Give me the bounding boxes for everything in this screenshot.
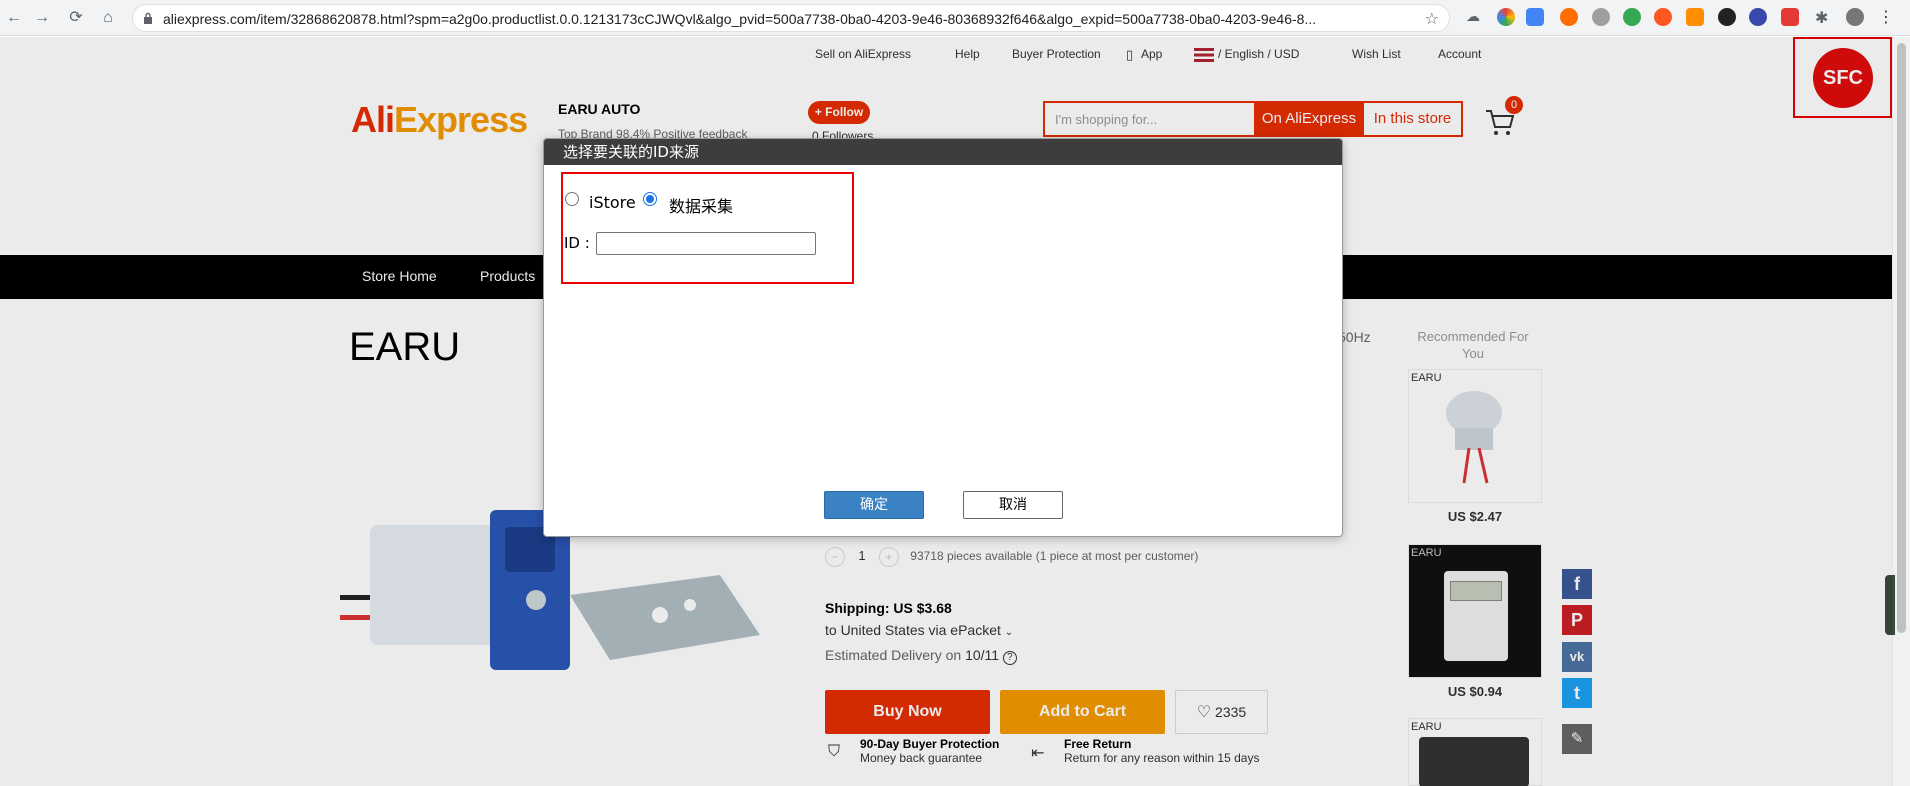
blocker-extension-icon[interactable]	[1560, 8, 1578, 26]
data-collect-label[interactable]: 数据采集	[669, 193, 733, 217]
color-extension-icon[interactable]	[1497, 8, 1515, 26]
istore-radio[interactable]	[565, 192, 579, 206]
istore-label[interactable]: iStore	[589, 193, 636, 212]
shop-extension-icon[interactable]	[1781, 8, 1799, 26]
data-collect-radio[interactable]	[643, 192, 657, 206]
search-extension-icon[interactable]	[1592, 8, 1610, 26]
infinity-extension-icon[interactable]	[1654, 8, 1672, 26]
home-icon[interactable]: ⌂	[98, 8, 118, 28]
cloud-extension-icon[interactable]: ☁	[1466, 8, 1484, 26]
reload-icon[interactable]: ⟳	[66, 8, 86, 28]
cancel-button[interactable]: 取消	[963, 491, 1063, 519]
dialog-title: 选择要关联的ID来源	[544, 139, 1342, 165]
s-extension-icon[interactable]	[1718, 8, 1736, 26]
confirm-button[interactable]: 确定	[824, 491, 924, 519]
url-text: aliexpress.com/item/32868620878.html?spm…	[163, 11, 1317, 27]
profile-avatar[interactable]	[1846, 8, 1864, 26]
id-source-dialog: 选择要关联的ID来源 iStore 数据采集 ID : 确定 取消	[543, 138, 1343, 537]
new-extension-icon[interactable]	[1526, 8, 1544, 26]
bookmark-star-icon[interactable]: ☆	[1425, 9, 1439, 29]
address-bar[interactable]: aliexpress.com/item/32868620878.html?spm…	[132, 4, 1450, 32]
forward-icon[interactable]: →	[32, 8, 52, 28]
page-scrollbar[interactable]	[1885, 37, 1910, 786]
moon-extension-icon[interactable]	[1749, 8, 1767, 26]
highlight-box	[561, 172, 854, 284]
lock-icon	[144, 12, 152, 24]
sync-extension-icon[interactable]	[1623, 8, 1641, 26]
percent-extension-icon[interactable]	[1686, 8, 1704, 26]
puzzle-icon[interactable]: ✱	[1815, 8, 1833, 27]
id-input[interactable]	[596, 232, 816, 255]
scrollbar-thumb[interactable]	[1897, 43, 1906, 633]
back-icon[interactable]: ←	[4, 8, 24, 28]
id-field-label: ID :	[564, 234, 590, 252]
browser-menu-icon[interactable]: ⋮	[1876, 8, 1896, 28]
browser-toolbar: ← → ⟳ ⌂ aliexpress.com/item/32868620878.…	[0, 0, 1910, 36]
